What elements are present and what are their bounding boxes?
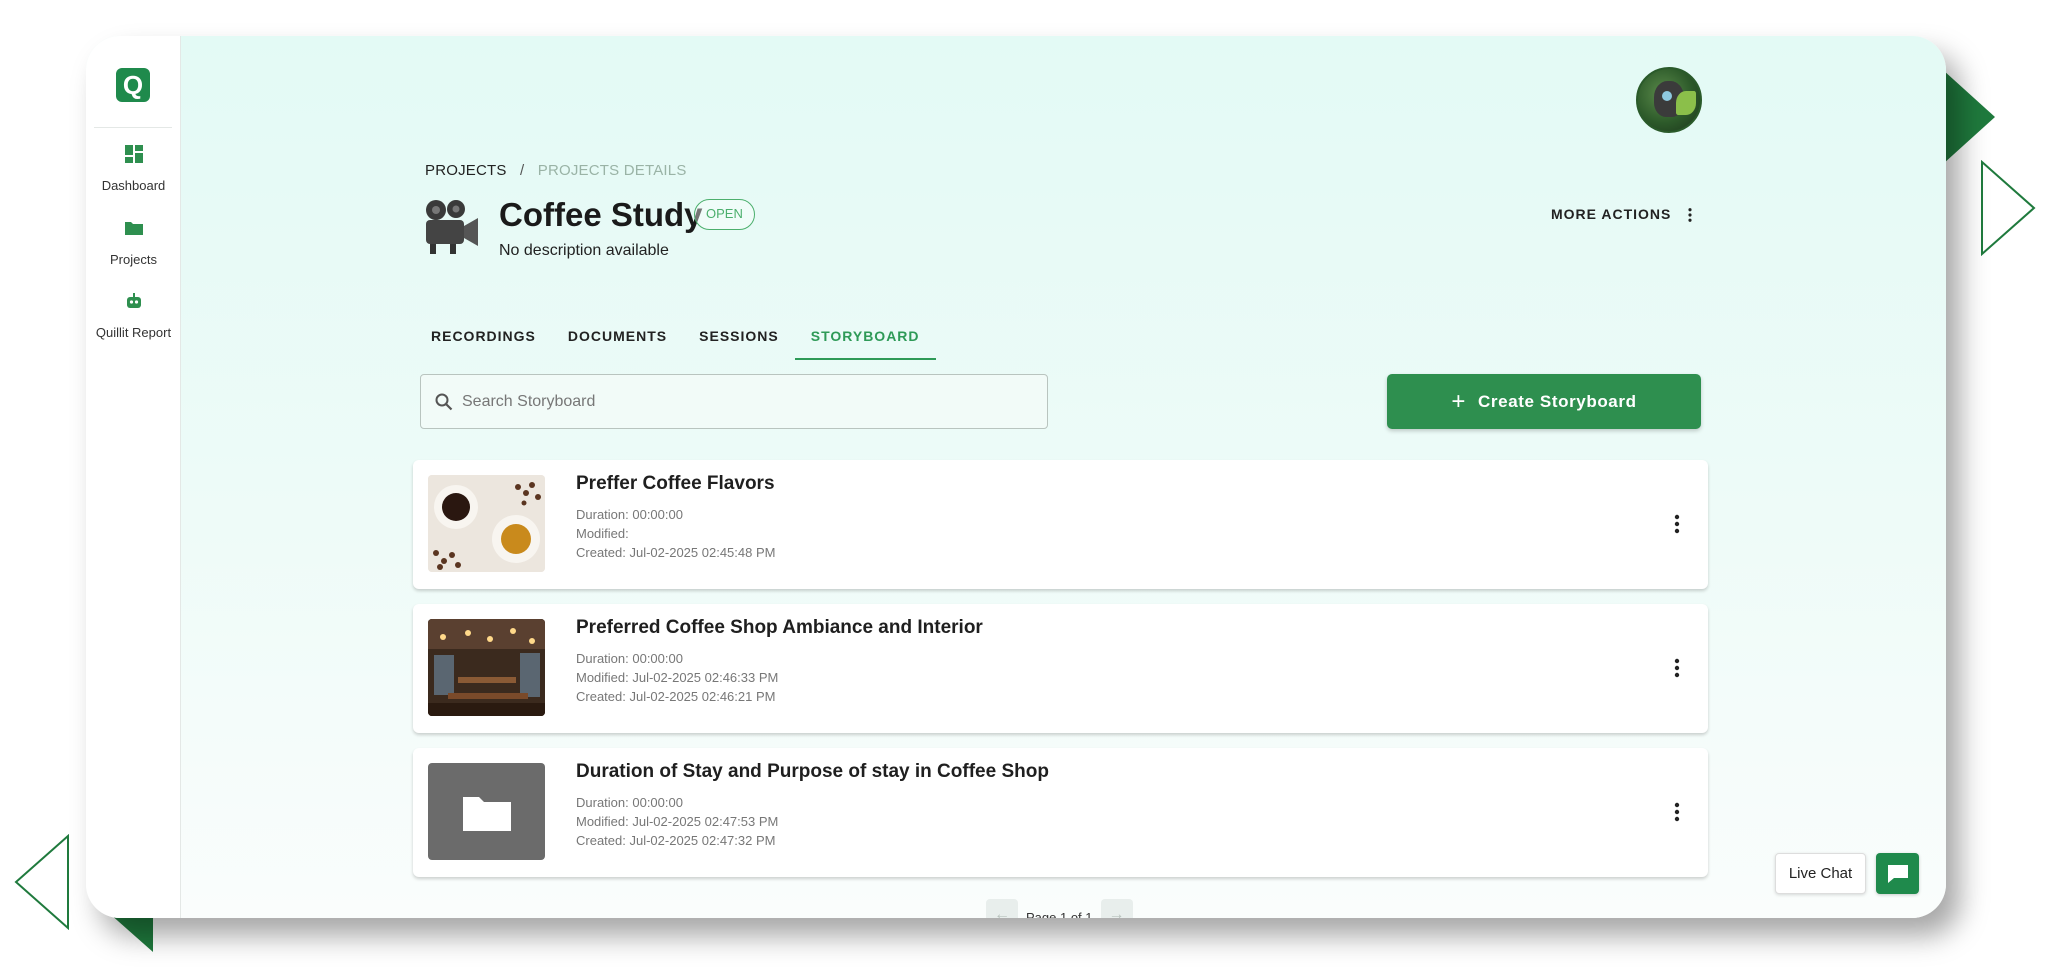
tab-recordings[interactable]: RECORDINGS [415, 312, 552, 360]
storyboard-duration: Duration: 00:00:00 [576, 795, 683, 810]
decorative-triangle-outline [14, 834, 69, 930]
decorative-triangle-filled [1943, 70, 1995, 164]
tab-documents[interactable]: DOCUMENTS [552, 312, 683, 360]
storyboard-card[interactable]: Preferred Coffee Shop Ambiance and Inter… [413, 604, 1708, 733]
storyboard-duration: Duration: 00:00:00 [576, 651, 683, 666]
card-kebab-menu-icon[interactable] [1674, 802, 1680, 822]
tab-bar: RECORDINGS DOCUMENTS SESSIONS STORYBOARD [415, 312, 936, 360]
search-box [420, 374, 1048, 429]
dashboard-icon [124, 145, 143, 163]
breadcrumb-separator: / [520, 162, 525, 179]
folder-icon [124, 222, 143, 235]
storyboard-card[interactable]: Duration of Stay and Purpose of stay in … [413, 748, 1708, 877]
next-page-button[interactable]: → [1100, 899, 1133, 918]
coffee-shop-interior-image [428, 619, 545, 716]
screenshot-stage: Q Dashboard Projects Quillit Report PROJ… [0, 0, 2045, 973]
search-input[interactable] [462, 392, 1022, 411]
tab-sessions[interactable]: SESSIONS [683, 312, 795, 360]
storyboard-title: Duration of Stay and Purpose of stay in … [576, 761, 1049, 782]
coffee-cups-image [428, 475, 545, 572]
storyboard-modified: Modified: [576, 526, 629, 541]
sidebar-item-label: Projects [110, 252, 157, 267]
storyboard-created: Created: Jul-02-2025 02:45:48 PM [576, 545, 776, 560]
plus-icon: + [1451, 387, 1467, 415]
search-icon [435, 393, 453, 410]
decorative-triangle-outline [1981, 160, 2036, 256]
kebab-menu-icon [1688, 208, 1692, 223]
sidebar-divider [94, 127, 172, 128]
avatar-eye [1662, 91, 1672, 101]
breadcrumb: PROJECTS / PROJECTS DETAILS [425, 162, 687, 179]
robot-icon [126, 293, 141, 308]
sidebar: Q Dashboard Projects Quillit Report [86, 36, 181, 918]
sidebar-item-label: Dashboard [101, 178, 166, 193]
sidebar-item-label: Quillit Report [95, 325, 172, 340]
user-avatar[interactable] [1636, 67, 1702, 133]
movie-camera-icon [426, 200, 478, 254]
live-chat-button[interactable] [1876, 853, 1919, 894]
card-kebab-menu-icon[interactable] [1674, 514, 1680, 534]
card-kebab-menu-icon[interactable] [1674, 658, 1680, 678]
tab-storyboard[interactable]: STORYBOARD [794, 312, 936, 360]
pagination: ← Page 1 of 1 → [986, 899, 1133, 918]
breadcrumb-projects-link[interactable]: PROJECTS [425, 162, 507, 179]
storyboard-modified: Modified: Jul-02-2025 02:47:53 PM [576, 814, 779, 829]
app-logo[interactable]: Q [116, 68, 150, 102]
storyboard-modified: Modified: Jul-02-2025 02:46:33 PM [576, 670, 779, 685]
chat-icon [1887, 864, 1908, 883]
prev-page-button[interactable]: ← [986, 899, 1018, 918]
avatar-leaf [1676, 91, 1696, 115]
app-window: Q Dashboard Projects Quillit Report PROJ… [86, 36, 1946, 918]
more-actions-label: MORE ACTIONS [1551, 206, 1672, 222]
sidebar-item-projects[interactable]: Projects [86, 218, 181, 269]
more-actions-button[interactable]: MORE ACTIONS [1551, 206, 1692, 223]
project-description: No description available [499, 242, 669, 259]
create-storyboard-label: Create Storyboard [1478, 391, 1637, 411]
breadcrumb-current: PROJECTS DETAILS [537, 162, 687, 179]
live-chat-label[interactable]: Live Chat [1775, 853, 1866, 894]
project-title: Coffee Study [499, 196, 703, 233]
storyboard-title: Preffer Coffee Flavors [576, 473, 775, 494]
create-storyboard-button[interactable]: + Create Storyboard [1387, 374, 1701, 429]
status-badge: OPEN [694, 199, 755, 230]
storyboard-card[interactable]: Preffer Coffee Flavors Duration: 00:00:0… [413, 460, 1708, 589]
storyboard-duration: Duration: 00:00:00 [576, 507, 683, 522]
storyboard-created: Created: Jul-02-2025 02:46:21 PM [576, 689, 776, 704]
storyboard-created: Created: Jul-02-2025 02:47:32 PM [576, 833, 776, 848]
folder-placeholder-icon [428, 763, 545, 860]
page-indicator: Page 1 of 1 [1026, 909, 1093, 919]
storyboard-title: Preferred Coffee Shop Ambiance and Inter… [576, 617, 983, 638]
sidebar-item-quillit-report[interactable]: Quillit Report [86, 291, 181, 342]
sidebar-item-dashboard[interactable]: Dashboard [86, 144, 181, 195]
